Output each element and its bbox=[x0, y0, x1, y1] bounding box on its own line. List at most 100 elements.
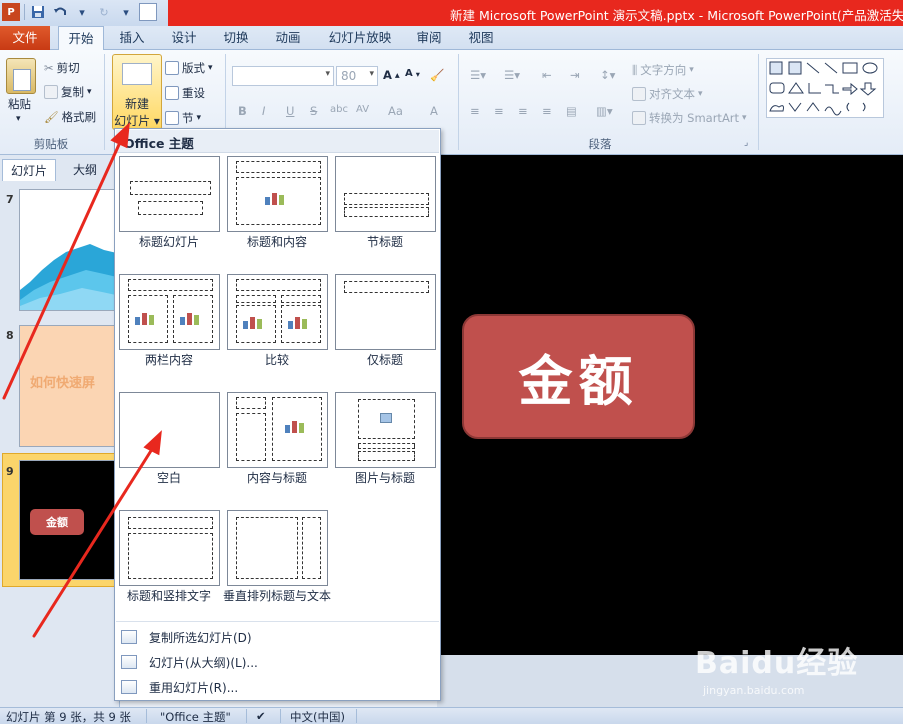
slide-9-text: 金额 bbox=[30, 509, 84, 535]
align-right-icon[interactable]: ≡ bbox=[518, 104, 528, 118]
window-icon[interactable] bbox=[139, 3, 157, 21]
font-color-button[interactable]: A bbox=[430, 104, 438, 118]
font-size-combobox[interactable]: 80 ▾ bbox=[336, 66, 378, 86]
layout-title-vertical-text[interactable] bbox=[119, 510, 220, 586]
bold-button[interactable]: B bbox=[238, 104, 247, 118]
layout-label: 垂直排列标题与文本 bbox=[223, 589, 332, 603]
grow-font-icon[interactable]: A ▴ bbox=[383, 68, 400, 82]
language-status[interactable]: 中文(中国) bbox=[290, 709, 345, 724]
paste-button[interactable]: 粘贴 bbox=[8, 96, 31, 112]
layout-two-content[interactable] bbox=[119, 274, 220, 350]
new-slide-icon bbox=[122, 63, 152, 85]
font-name-combobox[interactable]: ▾ bbox=[232, 66, 334, 86]
italic-button[interactable]: I bbox=[262, 104, 265, 118]
convert-smartart-button[interactable]: 转换为 SmartArt ▾ bbox=[632, 110, 747, 126]
tab-slides[interactable]: 幻灯片 bbox=[2, 159, 56, 181]
increase-indent-icon[interactable]: ⇥ bbox=[570, 68, 580, 82]
align-center-icon[interactable]: ≡ bbox=[494, 104, 504, 118]
slide-text-box[interactable]: 金额 bbox=[462, 314, 695, 439]
chevron-down-icon: ▾ bbox=[369, 69, 374, 79]
chevron-down-icon: ▾ bbox=[325, 69, 330, 79]
tab-home[interactable]: 开始 bbox=[58, 26, 104, 51]
tab-review[interactable]: 审阅 bbox=[408, 26, 450, 50]
tab-design[interactable]: 设计 bbox=[162, 26, 206, 50]
align-left-icon[interactable]: ≡ bbox=[470, 104, 480, 118]
numbering-icon[interactable]: ☰▾ bbox=[504, 68, 520, 82]
undo-icon[interactable] bbox=[51, 3, 69, 21]
duplicate-slides-menu-item[interactable]: 复制所选幻灯片(D) bbox=[121, 626, 435, 648]
layout-title-slide[interactable] bbox=[119, 156, 220, 232]
clear-format-icon[interactable]: 🧹 bbox=[430, 68, 444, 82]
slide-thumbnail-7[interactable] bbox=[19, 189, 120, 311]
layout-content-with-caption[interactable] bbox=[227, 392, 328, 468]
ribbon-tabs: 文件 开始 插入 设计 切换 动画 幻灯片放映 审阅 视图 bbox=[0, 26, 903, 51]
paste-dropdown-icon[interactable]: ▾ bbox=[16, 114, 21, 124]
slide-thumbnail-8[interactable]: 如何快速屏 bbox=[19, 325, 120, 447]
paste-icon[interactable] bbox=[6, 58, 36, 94]
tab-insert[interactable]: 插入 bbox=[110, 26, 154, 50]
reset-button[interactable]: 重设 bbox=[165, 85, 205, 101]
decrease-indent-icon[interactable]: ⇤ bbox=[542, 68, 552, 82]
cut-button[interactable]: ✂ 剪切 bbox=[44, 60, 80, 76]
shadow-button[interactable]: abc bbox=[330, 104, 348, 115]
customize-dropdown-icon[interactable]: ▾ bbox=[117, 3, 135, 21]
copy-button[interactable]: 复制 ▾ bbox=[44, 84, 92, 100]
new-slide-button[interactable]: 新建 幻灯片 ▾ bbox=[112, 54, 162, 130]
layout-button[interactable]: 版式 ▾ bbox=[165, 60, 213, 76]
redo-icon[interactable]: ↻ bbox=[95, 3, 113, 21]
line-spacing-icon[interactable]: ↕▾ bbox=[600, 68, 615, 82]
layout-picture-with-caption[interactable] bbox=[335, 392, 436, 468]
align-text-button[interactable]: 对齐文本 ▾ bbox=[632, 86, 703, 102]
tab-animations[interactable]: 动画 bbox=[266, 26, 310, 50]
strikethrough-button[interactable]: S bbox=[310, 104, 317, 118]
quick-access-toolbar: P ▾ ↻ ▾ bbox=[2, 3, 157, 21]
dialog-launcher-icon[interactable]: ⌟ bbox=[744, 138, 748, 148]
watermark: Baidu经验 jingyan.baidu.com bbox=[695, 628, 895, 708]
slides-from-outline-menu-item[interactable]: 幻灯片(从大纲)(L)... bbox=[121, 651, 435, 673]
layout-blank[interactable] bbox=[119, 392, 220, 468]
layout-comparison[interactable] bbox=[227, 274, 328, 350]
distribute-icon[interactable]: ▤ bbox=[566, 104, 577, 118]
tab-outline[interactable]: 大纲 bbox=[60, 159, 110, 181]
align-text-icon bbox=[632, 87, 646, 101]
layout-vertical-title-text[interactable] bbox=[227, 510, 328, 586]
tab-view[interactable]: 视图 bbox=[460, 26, 502, 50]
text-direction-button[interactable]: ⫼ 文字方向 ▾ bbox=[632, 62, 694, 78]
save-icon[interactable] bbox=[29, 3, 47, 21]
columns-icon[interactable]: ▥▾ bbox=[596, 104, 613, 118]
brush-icon: 🖌 bbox=[44, 110, 59, 124]
tab-file[interactable]: 文件 bbox=[0, 26, 50, 50]
clipboard-group-label: 剪贴板 bbox=[33, 137, 69, 151]
undo-dropdown-icon[interactable]: ▾ bbox=[73, 3, 91, 21]
reuse-slides-menu-item[interactable]: 重用幻灯片(R)... bbox=[121, 676, 435, 698]
slide-thumbnail-9[interactable]: 金额 bbox=[19, 460, 120, 580]
tab-transitions[interactable]: 切换 bbox=[214, 26, 258, 50]
layout-title-content[interactable] bbox=[227, 156, 328, 232]
powerpoint-logo-icon[interactable]: P bbox=[2, 3, 20, 21]
section-label: 节 bbox=[182, 111, 194, 125]
shapes-gallery[interactable] bbox=[766, 58, 884, 118]
justify-icon[interactable]: ≡ bbox=[542, 104, 552, 118]
shrink-font-icon[interactable]: A ▾ bbox=[405, 68, 420, 79]
section-button[interactable]: 节 ▾ bbox=[165, 110, 201, 126]
character-spacing-button[interactable]: AV bbox=[356, 104, 369, 115]
reuse-slides-icon bbox=[121, 680, 137, 694]
align-text-label: 对齐文本 bbox=[649, 87, 695, 101]
layout-title-only[interactable] bbox=[335, 274, 436, 350]
layout-label: 两栏内容 bbox=[144, 353, 193, 367]
cut-label: 剪切 bbox=[56, 61, 80, 75]
slide-number: 7 bbox=[6, 193, 14, 206]
layout-label: 空白 bbox=[156, 471, 181, 485]
reset-icon bbox=[165, 86, 179, 100]
underline-button[interactable]: U bbox=[286, 104, 294, 118]
spellcheck-icon[interactable]: ✔ bbox=[256, 709, 266, 723]
layout-section-header[interactable] bbox=[335, 156, 436, 232]
change-case-button[interactable]: Aa bbox=[388, 104, 403, 118]
bullets-icon[interactable]: ☰▾ bbox=[470, 68, 486, 82]
status-bar: 幻灯片 第 9 张，共 9 张 "Office 主题" ✔ 中文(中国) bbox=[0, 707, 903, 724]
slide-number: 9 bbox=[6, 465, 14, 478]
shapes-icon bbox=[769, 61, 878, 116]
tab-slideshow[interactable]: 幻灯片放映 bbox=[322, 26, 398, 50]
format-painter-button[interactable]: 🖌 格式刷 bbox=[44, 109, 96, 125]
duplicate-slide-icon bbox=[121, 630, 137, 644]
